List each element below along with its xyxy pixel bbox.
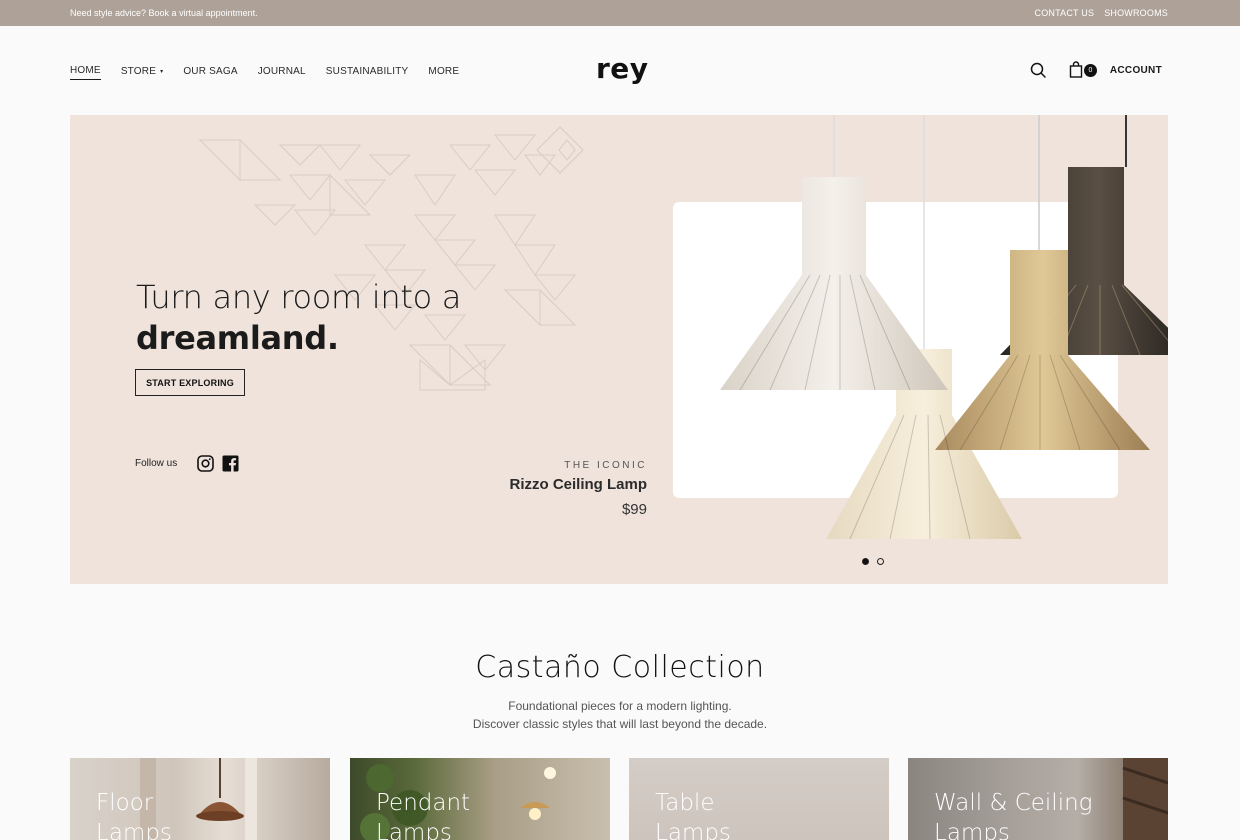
- nav-more[interactable]: MORE: [428, 65, 459, 80]
- promo-text[interactable]: Need style advice? Book a virtual appoin…: [70, 8, 258, 18]
- nav-sustainability[interactable]: SUSTAINABILITY: [326, 65, 409, 80]
- product-price: $99: [621, 501, 647, 518]
- category-pendant-lamps-title: Pendant Lamps: [376, 788, 470, 840]
- collection-subtitle: Foundational pieces for a modern lightin…: [0, 697, 1240, 733]
- category-pendant-lamps[interactable]: Pendant Lamps: [350, 758, 610, 840]
- category-table-lamps-line1: Table: [655, 790, 715, 816]
- nav-store-label: STORE: [120, 65, 157, 77]
- hero-headline-line1: Turn any room into a: [136, 278, 462, 316]
- hero-slider: Turn any room into a dreamland. START EX…: [70, 115, 1168, 584]
- cart-icon: [1069, 61, 1083, 78]
- category-floor-lamps-line1: Floor: [96, 790, 154, 816]
- category-floor-lamps-title: Floor Lamps: [96, 788, 172, 840]
- follow-us: Follow us: [135, 455, 247, 472]
- product-eyebrow: THE ICONIC: [564, 460, 647, 471]
- facebook-icon[interactable]: [222, 455, 239, 472]
- nav-journal-label: JOURNAL: [257, 65, 306, 77]
- nav-home[interactable]: HOME: [70, 65, 101, 80]
- nav-our-saga-label: OUR SAGA: [183, 65, 238, 77]
- start-exploring-button[interactable]: START EXPLORING: [135, 369, 245, 396]
- search-icon[interactable]: [1028, 60, 1048, 80]
- category-wall-ceiling-lamps[interactable]: Wall & Ceiling Lamps: [908, 758, 1168, 840]
- main-nav: HOME STORE ▾ OUR SAGA JOURNAL SUSTAINABIL…: [70, 65, 479, 80]
- hero-headline-line2: dreamland.: [136, 319, 339, 357]
- contact-us-link[interactable]: CONTACT US: [1035, 8, 1095, 18]
- site-logo[interactable]: rey: [596, 52, 649, 85]
- follow-us-label: Follow us: [135, 458, 178, 469]
- top-announcement-bar: Need style advice? Book a virtual appoin…: [0, 0, 1240, 26]
- nav-our-saga[interactable]: OUR SAGA: [183, 65, 237, 80]
- nav-store[interactable]: STORE ▾: [121, 65, 164, 80]
- hero-headline: Turn any room into a dreamland.: [136, 277, 461, 359]
- category-table-lamps-title: Table Lamps: [655, 788, 731, 840]
- collection-section: Castaño Collection Foundational pieces f…: [0, 650, 1240, 733]
- collection-subtitle-line2: Discover classic styles that will last b…: [472, 717, 768, 731]
- nav-sustainability-label: SUSTAINABILITY: [325, 65, 409, 77]
- category-floor-lamps[interactable]: Floor Lamps: [70, 758, 330, 840]
- slide-dot-2[interactable]: [877, 558, 884, 565]
- category-wall-ceiling-lamps-line1: Wall & Ceiling: [934, 790, 1093, 816]
- collection-title: Castaño Collection: [475, 650, 765, 685]
- pendant-lamps-image[interactable]: [640, 115, 1168, 555]
- category-table-lamps-line2: Lamps: [655, 820, 731, 840]
- instagram-icon[interactable]: [197, 455, 215, 472]
- collection-subtitle-line1: Foundational pieces for a modern lightin…: [508, 699, 732, 713]
- showrooms-link[interactable]: SHOWROOMS: [1104, 8, 1168, 18]
- nav-home-label: HOME: [70, 65, 101, 76]
- site-header: HOME STORE ▾ OUR SAGA JOURNAL SUSTAINABIL…: [0, 26, 1240, 116]
- nav-journal[interactable]: JOURNAL: [258, 65, 306, 80]
- top-links: CONTACT US SHOWROOMS: [1035, 8, 1168, 18]
- account-link[interactable]: ACCOUNT: [1110, 65, 1162, 76]
- cart-count-badge: 0: [1083, 64, 1097, 77]
- cart-button[interactable]: 0: [1068, 60, 1097, 80]
- category-pendant-lamps-line2: Lamps: [376, 820, 452, 840]
- slider-pagination: [862, 558, 884, 565]
- category-grid: Floor Lamps Pendant Lamps Table Lamps Wa…: [70, 758, 1168, 840]
- header-actions: 0 ACCOUNT: [1028, 60, 1162, 80]
- category-pendant-lamps-line1: Pendant: [376, 790, 471, 816]
- category-table-lamps[interactable]: Table Lamps: [629, 758, 889, 840]
- product-name[interactable]: Rizzo Ceiling Lamp: [509, 476, 647, 493]
- category-floor-lamps-line2: Lamps: [96, 820, 172, 840]
- geometric-pattern-decoration: [198, 126, 584, 391]
- chevron-down-icon: ▾: [160, 68, 164, 75]
- category-wall-ceiling-lamps-title: Wall & Ceiling Lamps: [934, 788, 1092, 840]
- category-wall-ceiling-lamps-line2: Lamps: [934, 820, 1010, 840]
- featured-product[interactable]: THE ICONIC Rizzo Ceiling Lamp $99: [509, 460, 647, 518]
- nav-more-label: MORE: [428, 65, 460, 77]
- slide-dot-1[interactable]: [862, 558, 869, 565]
